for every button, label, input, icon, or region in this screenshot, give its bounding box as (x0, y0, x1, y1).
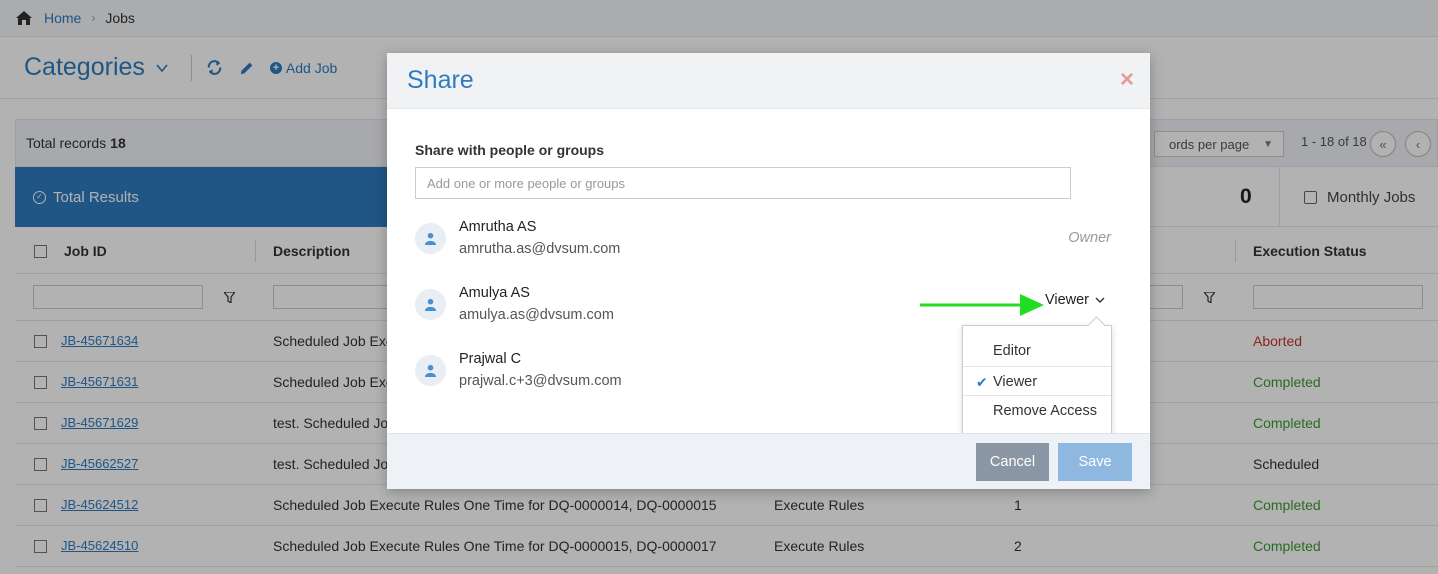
chevron-down-icon (1095, 297, 1105, 303)
close-icon[interactable]: × (1120, 67, 1134, 93)
person-name: Amulya AS (459, 285, 530, 301)
person-email: amrutha.as@dvsum.com (459, 241, 621, 257)
share-label: Share with people or groups (415, 142, 605, 158)
modal-footer: Cancel Save (387, 433, 1150, 489)
user-icon (415, 223, 446, 254)
person-name: Amrutha AS (459, 219, 537, 235)
dropdown-item-label: Viewer (993, 374, 1038, 390)
user-icon (415, 289, 446, 320)
person-email: prajwal.c+3@dvsum.com (459, 373, 622, 389)
role-dropdown-menu: Editor ✔ Viewer Remove Access (962, 325, 1112, 436)
dropdown-item-viewer[interactable]: ✔ Viewer (963, 366, 1111, 396)
user-icon (415, 355, 446, 386)
dropdown-item-label: Remove Access (993, 403, 1097, 419)
dropdown-item-remove-access[interactable]: Remove Access (963, 396, 1111, 426)
person-email: amulya.as@dvsum.com (459, 307, 614, 323)
person-row: Amrutha AS amrutha.as@dvsum.com Owner (415, 215, 1115, 265)
share-input[interactable] (415, 167, 1071, 199)
arrow-right-icon (920, 294, 1044, 316)
role-dropdown-toggle[interactable]: Viewer (1045, 292, 1105, 308)
person-name: Prajwal C (459, 351, 522, 367)
dropdown-item-editor[interactable]: Editor (963, 336, 1111, 366)
dropdown-item-label: Editor (993, 343, 1031, 359)
check-icon: ✔ (976, 374, 988, 390)
save-button[interactable]: Save (1058, 443, 1132, 481)
role-dropdown-value: Viewer (1044, 292, 1089, 308)
share-modal: Share × Share with people or groups Amru… (387, 53, 1150, 489)
modal-title: Share (407, 66, 474, 94)
modal-header: Share × (387, 53, 1150, 109)
owner-label: Owner (1068, 230, 1111, 246)
cancel-button[interactable]: Cancel (976, 443, 1049, 481)
